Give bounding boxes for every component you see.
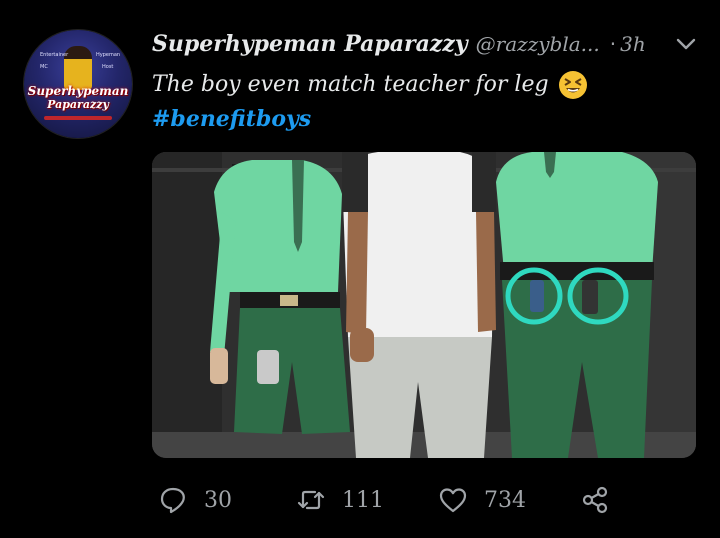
avatar-tag-host: Host	[102, 64, 114, 70]
avatar-tag-hypeman: Hypeman	[96, 52, 121, 58]
reply-button[interactable]: 30	[158, 478, 232, 522]
like-button[interactable]: 734	[438, 478, 526, 522]
like-count: 734	[484, 487, 526, 513]
tweet-time[interactable]: 3h	[620, 32, 646, 56]
avatar-tag-entertainer: Entertainer	[40, 52, 69, 58]
avatar-name-line2: Paparazzy	[47, 98, 109, 111]
tweet-header: Superhypeman Paparazzy @razzybla... · 3h	[152, 28, 702, 60]
heart-icon	[439, 488, 467, 513]
avatar-ribbon	[44, 116, 112, 120]
retweet-icon	[297, 490, 325, 510]
avatar-name-line1: Superhypeman	[27, 84, 129, 98]
author-display-name[interactable]: Superhypeman Paparazzy	[152, 31, 468, 57]
tweet-text-line: The boy even match teacher for leg	[152, 72, 549, 97]
tweet-photo	[152, 152, 696, 458]
reply-icon	[160, 487, 185, 514]
grinning-squinting-face-icon	[557, 69, 589, 101]
chevron-down-icon[interactable]	[672, 30, 700, 58]
tweet-image[interactable]	[152, 152, 696, 458]
share-button[interactable]	[580, 478, 610, 522]
author-avatar[interactable]: Entertainer Hypeman MC Host Superhypeman…	[24, 30, 132, 138]
author-handle[interactable]: @razzybla...	[476, 32, 600, 56]
reply-count: 30	[204, 487, 232, 513]
avatar-tag-mc: MC	[40, 64, 48, 70]
hashtag-link[interactable]: #benefitboys	[152, 102, 311, 136]
separator-dot: ·	[609, 32, 617, 56]
share-icon	[582, 486, 608, 514]
tweet-actions: 30 111 734	[152, 478, 632, 522]
retweet-count: 111	[342, 487, 384, 513]
tweet-text: The boy even match teacher for leg #bene…	[152, 68, 692, 136]
retweet-button[interactable]: 111	[296, 478, 384, 522]
